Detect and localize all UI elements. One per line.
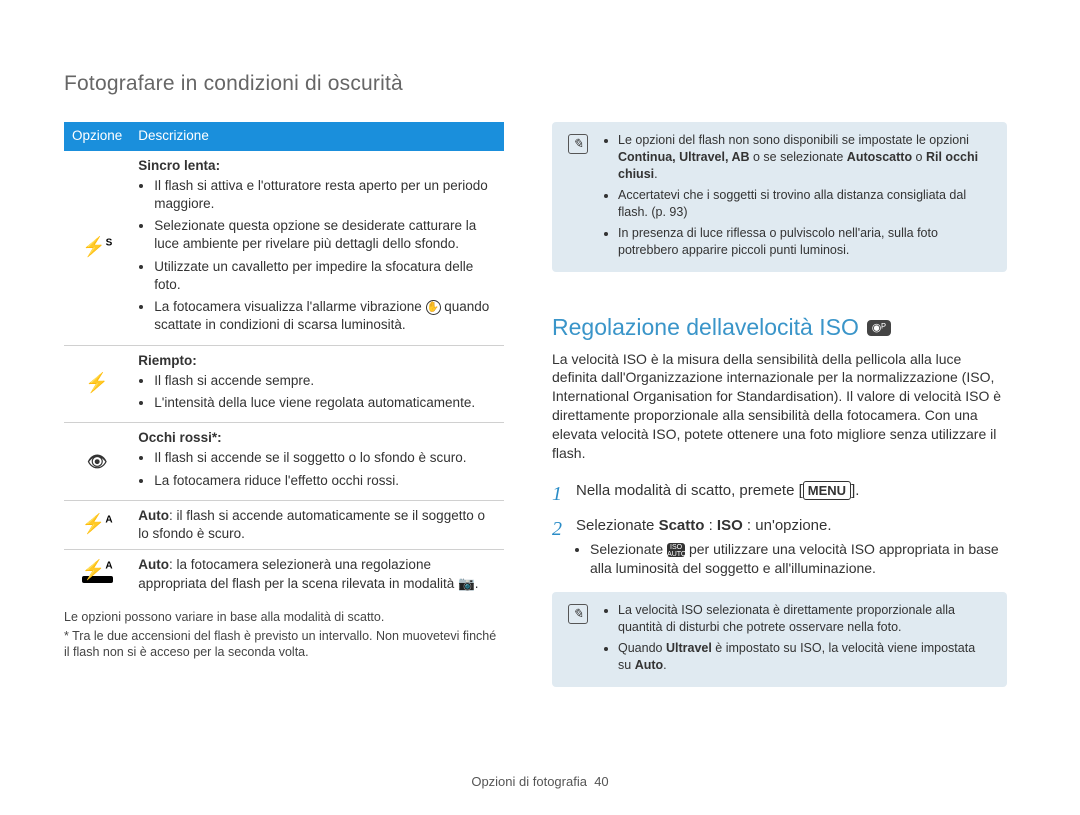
- note-item: Quando Ultravel è impostato su ISO, la v…: [618, 640, 989, 674]
- row-title: Riempto:: [138, 353, 197, 368]
- red-eye-icon: 👁: [64, 423, 130, 501]
- table-row: ⚡ Riempto: Il flash si accende sempre. L…: [64, 345, 504, 423]
- footnote: Le opzioni possono variare in base alla …: [64, 609, 504, 626]
- list-item: Utilizzate un cavalletto per impedire la…: [154, 258, 496, 294]
- content-columns: Opzione Descrizione ⚡S Sincro lenta: Il …: [64, 122, 1016, 687]
- note-box-top: ✎ Le opzioni del flash non sono disponib…: [552, 122, 1007, 272]
- step-2: 2 Selezionate Scatto : ISO : un'opzione.…: [552, 516, 1007, 578]
- table-row: ⚡A Auto: il flash si accende automaticam…: [64, 500, 504, 549]
- table-row: ⚡A■ Auto: la fotocamera selezionerà una …: [64, 550, 504, 599]
- note-icon: ✎: [568, 604, 588, 624]
- list-item: Selezionate questa opzione se desiderate…: [154, 217, 496, 253]
- left-column: Opzione Descrizione ⚡S Sincro lenta: Il …: [64, 122, 504, 687]
- row-text: : la fotocamera selezionerà una regolazi…: [138, 557, 478, 590]
- slow-sync-icon: ⚡S: [64, 151, 130, 345]
- page-header: Fotografare in condizioni di oscurità: [64, 70, 1016, 98]
- vibration-icon: ✋: [426, 300, 441, 315]
- right-column: ✎ Le opzioni del flash non sono disponib…: [552, 122, 1007, 687]
- menu-button-label: MENU: [803, 481, 851, 501]
- list-item: L'intensità della luce viene regolata au…: [154, 394, 496, 412]
- note-item: La velocità ISO selezionata è direttamen…: [618, 602, 989, 636]
- iso-section-body: La velocità ISO è la misura della sensib…: [552, 350, 1007, 463]
- row-bold: Auto: [138, 508, 169, 523]
- list-item: La fotocamera visualizza l'allarme vibra…: [154, 298, 496, 334]
- fill-flash-icon: ⚡: [64, 345, 130, 423]
- list-item: Il flash si accende se il soggetto o lo …: [154, 449, 496, 467]
- step-1: 1 Nella modalità di scatto, premete [MEN…: [552, 481, 1007, 508]
- mode-p-icon: ◉ᴾ: [867, 320, 891, 336]
- row-title: Sincro lenta:: [138, 158, 220, 173]
- table-row: ⚡S Sincro lenta: Il flash si attiva e l'…: [64, 151, 504, 345]
- list-item: La fotocamera riduce l'effetto occhi ros…: [154, 472, 496, 490]
- list-item: Il flash si accende sempre.: [154, 372, 496, 390]
- note-item: Le opzioni del flash non sono disponibil…: [618, 132, 989, 183]
- page-footer: Opzioni di fotografia 40: [0, 773, 1080, 791]
- note-item: Accertatevi che i soggetti si trovino al…: [618, 187, 989, 221]
- auto-smart-flash-icon: ⚡A■: [64, 550, 130, 599]
- footnotes: Le opzioni possono variare in base alla …: [64, 609, 504, 662]
- row-bold: Auto: [138, 557, 169, 572]
- auto-flash-icon: ⚡A: [64, 500, 130, 549]
- iso-auto-icon: ISOAUTO: [667, 543, 685, 557]
- iso-section-title: Regolazione dellavelocità ISO ◉ᴾ: [552, 312, 1007, 343]
- iso-steps: 1 Nella modalità di scatto, premete [MEN…: [552, 481, 1007, 578]
- footnote: * Tra le due accensioni del flash è prev…: [64, 628, 504, 662]
- flash-options-table: Opzione Descrizione ⚡S Sincro lenta: Il …: [64, 122, 504, 598]
- note-box-bottom: ✎ La velocità ISO selezionata è direttam…: [552, 592, 1007, 688]
- sub-step: Selezionate ISOAUTO per utilizzare una v…: [590, 540, 1007, 578]
- list-item: Il flash si attiva e l'otturatore resta …: [154, 177, 496, 213]
- note-item: In presenza di luce riflessa o pulviscol…: [618, 225, 989, 259]
- th-description: Descrizione: [130, 122, 504, 150]
- row-text: : il flash si accende automaticamente se…: [138, 508, 485, 541]
- table-row: 👁 Occhi rossi*: Il flash si accende se i…: [64, 423, 504, 501]
- note-icon: ✎: [568, 134, 588, 154]
- th-option: Opzione: [64, 122, 130, 150]
- row-title: Occhi rossi*:: [138, 430, 221, 445]
